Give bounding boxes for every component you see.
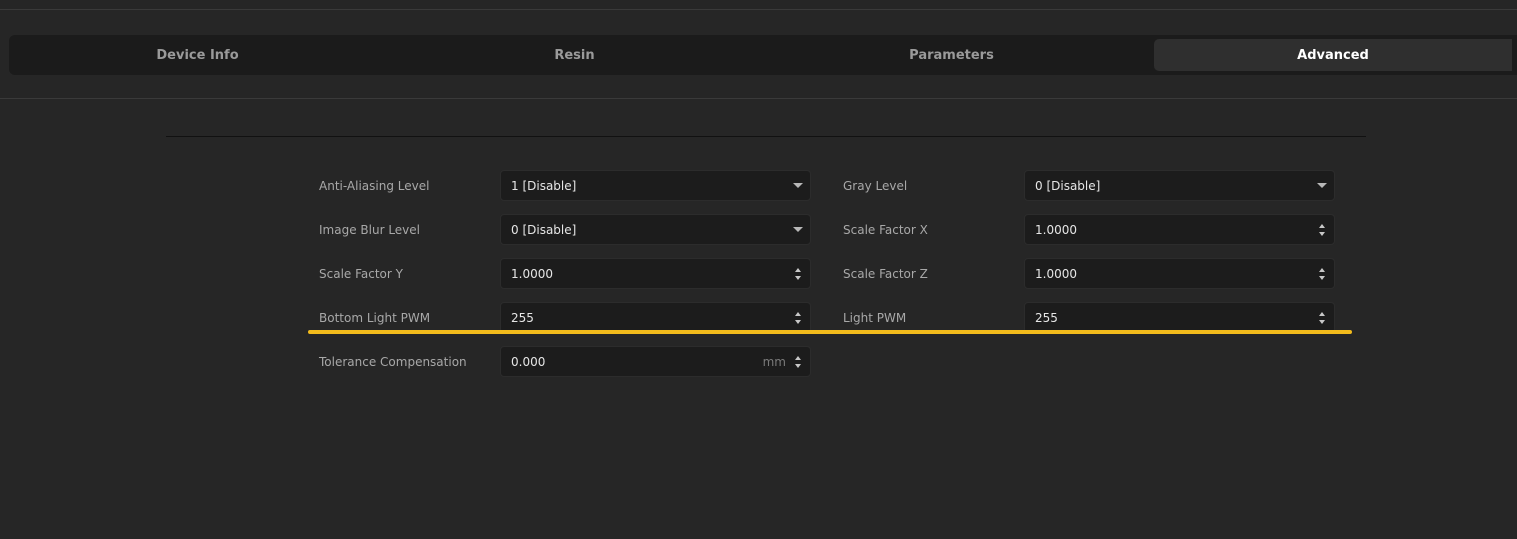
gray-level-label: Gray Level bbox=[843, 178, 908, 193]
chevron-down-icon bbox=[793, 183, 803, 188]
bottom-light-pwm-label: Bottom Light PWM bbox=[319, 310, 431, 325]
header-divider bbox=[0, 98, 1517, 99]
light-pwm-spinbox[interactable]: 255 bbox=[1024, 302, 1335, 333]
bottom-light-pwm-spinbox[interactable]: 255 bbox=[500, 302, 811, 333]
scale-y-label: Scale Factor Y bbox=[319, 266, 403, 281]
scale-z-value: 1.0000 bbox=[1035, 266, 1077, 281]
image-blur-value: 0 [Disable] bbox=[511, 222, 577, 237]
spinner-arrows-icon[interactable] bbox=[795, 312, 802, 324]
tolerance-label: Tolerance Compensation bbox=[319, 354, 467, 369]
field-gray-level: Gray Level 0 [Disable] bbox=[843, 170, 1335, 201]
light-pwm-value: 255 bbox=[1035, 310, 1058, 325]
field-image-blur: Image Blur Level 0 [Disable] bbox=[319, 214, 811, 245]
scale-y-value: 1.0000 bbox=[511, 266, 553, 281]
chevron-down-icon bbox=[793, 227, 803, 232]
tab-bar: Device Info Resin Parameters Advanced bbox=[9, 35, 1517, 75]
gray-level-dropdown[interactable]: 0 [Disable] bbox=[1024, 170, 1335, 201]
highlight-underline bbox=[308, 330, 1352, 334]
spinner-arrows-icon[interactable] bbox=[1319, 312, 1326, 324]
anti-aliasing-value: 1 [Disable] bbox=[511, 178, 577, 193]
spinner-arrows-icon[interactable] bbox=[1319, 224, 1326, 236]
tab-parameters[interactable]: Parameters bbox=[763, 39, 1140, 71]
image-blur-dropdown[interactable]: 0 [Disable] bbox=[500, 214, 811, 245]
tab-advanced[interactable]: Advanced bbox=[1154, 39, 1512, 71]
field-scale-z: Scale Factor Z 1.0000 bbox=[843, 258, 1335, 289]
bottom-light-pwm-value: 255 bbox=[511, 310, 534, 325]
light-pwm-label: Light PWM bbox=[843, 310, 907, 325]
field-tolerance-compensation: Tolerance Compensation 0.000 mm bbox=[319, 346, 811, 377]
settings-page: Device Info Resin Parameters Advanced An… bbox=[0, 0, 1517, 539]
field-scale-y: Scale Factor Y 1.0000 bbox=[319, 258, 811, 289]
field-light-pwm: Light PWM 255 bbox=[843, 302, 1335, 333]
scale-z-spinbox[interactable]: 1.0000 bbox=[1024, 258, 1335, 289]
gray-level-value: 0 [Disable] bbox=[1035, 178, 1101, 193]
anti-aliasing-label: Anti-Aliasing Level bbox=[319, 178, 430, 193]
scale-x-spinbox[interactable]: 1.0000 bbox=[1024, 214, 1335, 245]
top-border bbox=[0, 9, 1517, 10]
tab-resin[interactable]: Resin bbox=[386, 39, 763, 71]
scale-y-spinbox[interactable]: 1.0000 bbox=[500, 258, 811, 289]
anti-aliasing-dropdown[interactable]: 1 [Disable] bbox=[500, 170, 811, 201]
field-scale-x: Scale Factor X 1.0000 bbox=[843, 214, 1335, 245]
tolerance-spinbox[interactable]: 0.000 mm bbox=[500, 346, 811, 377]
spinner-arrows-icon[interactable] bbox=[795, 356, 802, 368]
tolerance-unit: mm bbox=[762, 355, 786, 369]
chevron-down-icon bbox=[1317, 183, 1327, 188]
scale-z-label: Scale Factor Z bbox=[843, 266, 928, 281]
spinner-arrows-icon[interactable] bbox=[795, 268, 802, 280]
tab-device-info[interactable]: Device Info bbox=[9, 39, 386, 71]
section-divider bbox=[166, 136, 1366, 137]
image-blur-label: Image Blur Level bbox=[319, 222, 420, 237]
scale-x-label: Scale Factor X bbox=[843, 222, 928, 237]
tolerance-value: 0.000 bbox=[511, 354, 546, 369]
scale-x-value: 1.0000 bbox=[1035, 222, 1077, 237]
spinner-arrows-icon[interactable] bbox=[1319, 268, 1326, 280]
field-bottom-light-pwm: Bottom Light PWM 255 bbox=[319, 302, 811, 333]
field-anti-aliasing: Anti-Aliasing Level 1 [Disable] bbox=[319, 170, 811, 201]
